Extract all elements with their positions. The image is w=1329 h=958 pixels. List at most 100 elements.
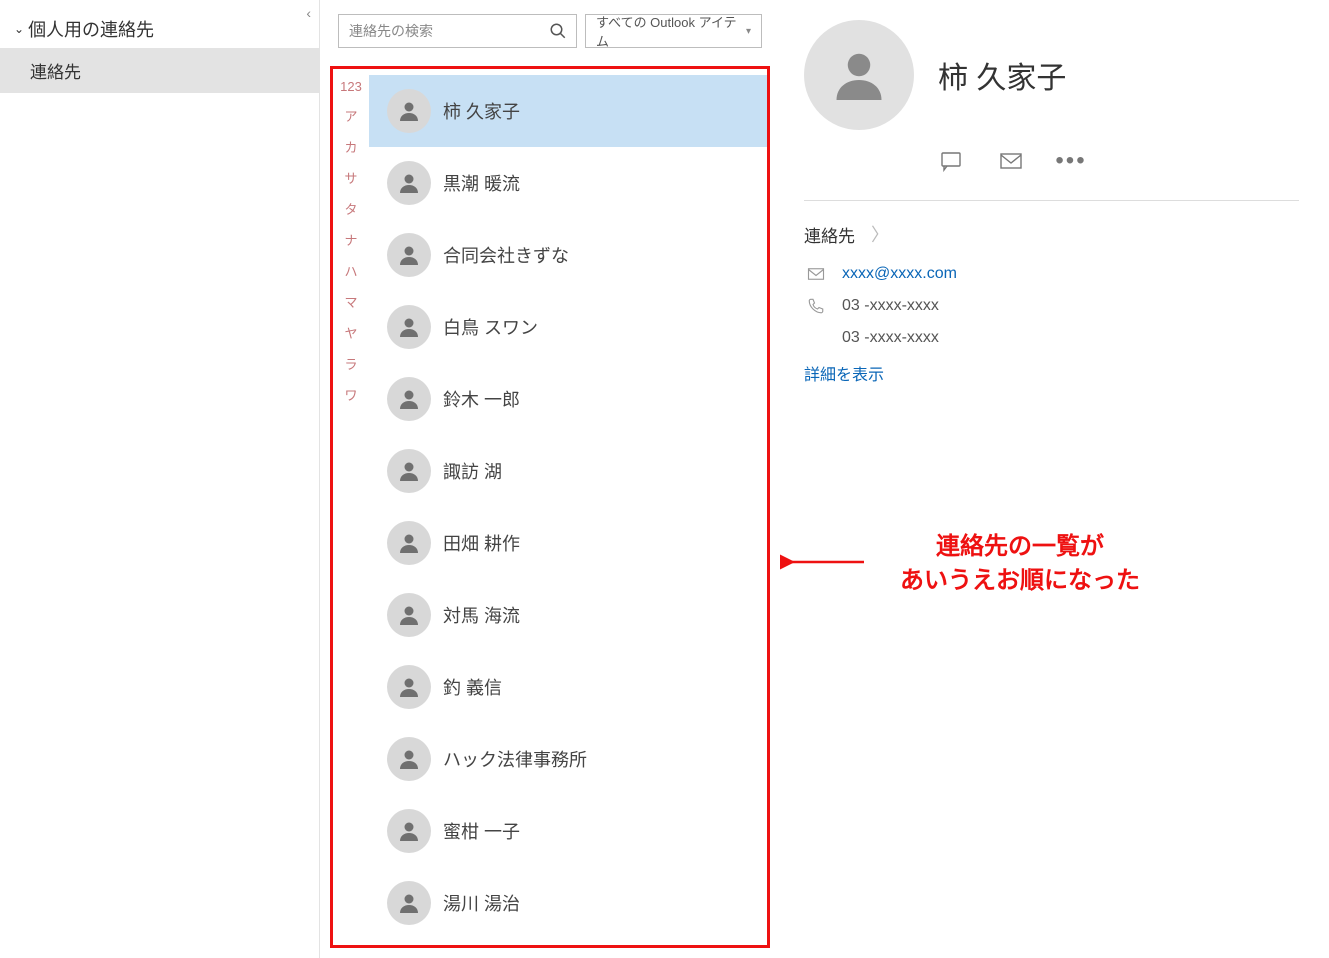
nav-group-personal-contacts[interactable]: ⌄ 個人用の連絡先 <box>0 10 319 48</box>
person-icon <box>397 675 421 699</box>
search-box <box>338 14 577 48</box>
index-letter[interactable]: ラ <box>344 354 357 373</box>
index-letter[interactable]: ワ <box>344 385 357 404</box>
index-letter[interactable]: サ <box>344 168 357 187</box>
index-letter[interactable]: マ <box>344 292 357 311</box>
contact-detail-panel: 柿 久家子 ••• 連絡先 〉 xxxx@xxxx.com 03 -xxxx-x… <box>780 0 1329 958</box>
person-icon <box>397 171 421 195</box>
divider <box>804 200 1299 201</box>
index-letter[interactable]: タ <box>344 199 357 218</box>
scope-label: すべての Outlook アイテム <box>596 12 738 50</box>
contact-name-heading: 柿 久家子 <box>938 53 1066 97</box>
contact-row[interactable]: 蜜柑 一子 <box>369 795 767 867</box>
contact-name: 釣 義信 <box>443 674 502 700</box>
person-icon <box>397 99 421 123</box>
show-details-link[interactable]: 詳細を表示 <box>804 361 1299 385</box>
contact-row[interactable]: 柿 久家子 <box>369 75 767 147</box>
avatar <box>387 665 431 709</box>
person-icon <box>397 243 421 267</box>
person-icon <box>397 603 421 627</box>
search-button[interactable] <box>540 15 576 47</box>
contact-row[interactable]: 対馬 海流 <box>369 579 767 651</box>
contact-name: 黒潮 暖流 <box>443 170 520 196</box>
contact-name: 蜜柑 一子 <box>443 818 520 844</box>
collapse-sidebar-icon[interactable]: ‹ <box>306 5 311 21</box>
avatar <box>387 737 431 781</box>
person-icon <box>397 891 421 915</box>
section-label: 連絡先 <box>804 222 855 247</box>
avatar <box>387 881 431 925</box>
avatar <box>387 161 431 205</box>
mail-icon <box>806 265 826 283</box>
scope-dropdown[interactable]: すべての Outlook アイテム ▾ <box>585 14 762 48</box>
avatar <box>387 449 431 493</box>
annotation-text: 連絡先の一覧が あいうえお順になった <box>870 530 1170 597</box>
contact-list-panel: すべての Outlook アイテム ▾ 123 アカサタナハマヤラワ 柿 久家子黒… <box>320 0 780 958</box>
index-letter[interactable]: カ <box>344 137 357 156</box>
contact-row[interactable]: 黒潮 暖流 <box>369 147 767 219</box>
avatar <box>387 377 431 421</box>
person-icon <box>397 747 421 771</box>
search-row: すべての Outlook アイテム ▾ <box>320 0 780 62</box>
contact-name: 柿 久家子 <box>443 98 520 124</box>
mail-button[interactable] <box>998 148 1024 174</box>
chat-button[interactable] <box>938 148 964 174</box>
chat-icon <box>939 149 963 173</box>
avatar <box>804 20 914 130</box>
dropdown-arrow-icon: ▾ <box>746 26 751 37</box>
contact-list-area: 123 アカサタナハマヤラワ 柿 久家子黒潮 暖流合同会社きずな白鳥 スワン鈴木 … <box>330 66 770 948</box>
person-icon <box>397 819 421 843</box>
email-link[interactable]: xxxx@xxxx.com <box>842 265 957 283</box>
contact-row[interactable]: 釣 義信 <box>369 651 767 723</box>
alpha-index: 123 アカサタナハマヤラワ <box>333 69 369 945</box>
index-letter[interactable]: ナ <box>344 230 357 249</box>
chevron-right-icon: 〉 <box>871 221 889 247</box>
contact-name: ハック法律事務所 <box>443 746 587 772</box>
search-icon <box>549 22 567 40</box>
avatar <box>387 521 431 565</box>
nav-group-label: 個人用の連絡先 <box>28 16 154 42</box>
person-icon <box>397 531 421 555</box>
search-input[interactable] <box>339 23 540 39</box>
info-row-email: xxxx@xxxx.com <box>804 265 1299 283</box>
index-letter[interactable]: ア <box>344 106 357 125</box>
sidebar-item-contacts[interactable]: 連絡先 <box>0 48 319 93</box>
annotation-line2: あいうえお順になった <box>900 567 1140 594</box>
phone-value: 03 -xxxx-xxxx <box>842 297 939 315</box>
info-row-phone-1: 03 -xxxx-xxxx <box>804 297 1299 315</box>
contact-section-header[interactable]: 連絡先 〉 <box>804 221 1299 247</box>
contact-row[interactable]: ハック法律事務所 <box>369 723 767 795</box>
contact-name: 湯川 湯治 <box>443 890 520 916</box>
annotation-arrow <box>784 552 864 572</box>
person-icon <box>829 45 889 105</box>
avatar <box>387 89 431 133</box>
contact-row[interactable]: 諏訪 湖 <box>369 435 767 507</box>
index-letter[interactable]: ハ <box>344 261 357 280</box>
more-actions-button[interactable]: ••• <box>1058 148 1084 174</box>
avatar <box>387 305 431 349</box>
annotation-line1: 連絡先の一覧が <box>936 533 1104 560</box>
contact-row[interactable]: 合同会社きずな <box>369 219 767 291</box>
contact-name: 田畑 耕作 <box>443 530 520 556</box>
contact-row[interactable]: 湯川 湯治 <box>369 867 767 939</box>
contact-row[interactable]: 白鳥 スワン <box>369 291 767 363</box>
phone-value: 03 -xxxx-xxxx <box>842 329 939 347</box>
chevron-down-icon: ⌄ <box>14 22 24 36</box>
contact-name: 諏訪 湖 <box>443 458 502 484</box>
ellipsis-icon: ••• <box>1055 149 1086 173</box>
action-row: ••• <box>804 148 1299 174</box>
avatar <box>387 593 431 637</box>
index-letter[interactable]: 123 <box>340 79 362 94</box>
phone-icon <box>806 297 826 315</box>
contacts-column: 柿 久家子黒潮 暖流合同会社きずな白鳥 スワン鈴木 一郎諏訪 湖田畑 耕作対馬 … <box>369 69 767 945</box>
info-row-phone-2: 03 -xxxx-xxxx <box>804 329 1299 347</box>
contact-name: 鈴木 一郎 <box>443 386 520 412</box>
contact-name: 合同会社きずな <box>443 242 569 268</box>
contact-row[interactable]: 鈴木 一郎 <box>369 363 767 435</box>
avatar <box>387 809 431 853</box>
contact-name: 対馬 海流 <box>443 602 520 628</box>
index-letter[interactable]: ヤ <box>344 323 357 342</box>
contact-row[interactable]: 田畑 耕作 <box>369 507 767 579</box>
mail-icon <box>999 149 1023 173</box>
avatar <box>387 233 431 277</box>
